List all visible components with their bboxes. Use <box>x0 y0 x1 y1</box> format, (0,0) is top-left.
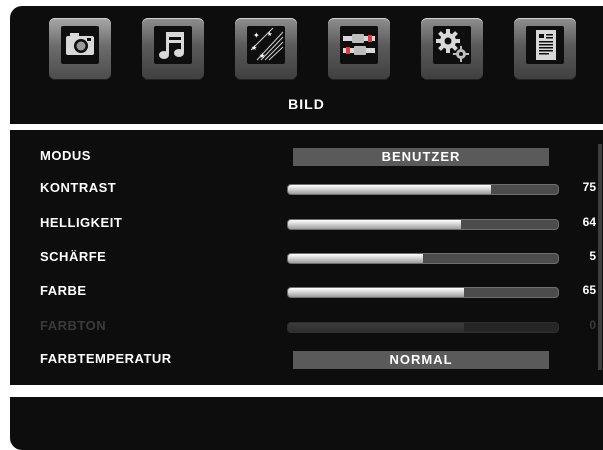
farbe-value: 65 <box>582 283 596 297</box>
setting-label: FARBTON <box>40 318 107 333</box>
farbe-slider[interactable] <box>287 287 559 298</box>
kontrast-slider[interactable] <box>287 184 559 195</box>
tab-sound[interactable] <box>142 18 204 80</box>
connector-cable-icon <box>343 34 375 55</box>
helligkeit-slider[interactable] <box>287 219 559 230</box>
kontrast-value: 75 <box>582 180 596 194</box>
setting-schaerfe[interactable]: SCHÄRFE 5 <box>10 245 603 269</box>
setting-label: FARBE <box>40 283 87 298</box>
helligkeit-value: 64 <box>582 215 596 229</box>
farbtemperatur-value[interactable]: NORMAL <box>293 351 549 369</box>
menu-title: BILD <box>288 96 325 112</box>
setting-farbtemperatur[interactable]: FARBTEMPERATUR NORMAL <box>10 347 603 371</box>
gear-icon <box>436 29 469 62</box>
setting-label: HELLIGKEIT <box>40 215 123 230</box>
setting-label: SCHÄRFE <box>40 249 107 264</box>
setting-helligkeit[interactable]: HELLIGKEIT 64 <box>10 211 603 235</box>
tab-source[interactable] <box>328 18 390 80</box>
tab-channel[interactable]: ✦ ★ ★ ★ <box>235 18 297 80</box>
settings-list: MODUS BENUTZER KONTRAST 75 HELLIGKEIT 64… <box>10 130 603 385</box>
setting-kontrast[interactable]: KONTRAST 75 <box>10 176 603 200</box>
setting-farbe[interactable]: FARBE 65 <box>10 279 603 303</box>
setting-modus[interactable]: MODUS BENUTZER <box>10 144 603 168</box>
svg-text:★: ★ <box>259 52 265 60</box>
setting-label: MODUS <box>40 148 91 163</box>
schaerfe-value: 5 <box>589 249 596 263</box>
schaerfe-slider[interactable] <box>287 253 559 264</box>
document-icon <box>536 30 556 60</box>
setting-label: KONTRAST <box>40 180 117 195</box>
modus-value[interactable]: BENUTZER <box>293 148 549 166</box>
channel-stars-icon: ✦ ★ ★ ★ <box>250 27 284 61</box>
setting-label: FARBTEMPERATUR <box>40 351 172 366</box>
svg-text:★: ★ <box>267 31 272 38</box>
farbton-slider <box>287 322 559 333</box>
svg-text:★: ★ <box>251 44 257 52</box>
tab-setup[interactable] <box>421 18 483 80</box>
setting-farbton: FARBTON 0 <box>10 314 603 338</box>
farbton-value: 0 <box>589 318 596 332</box>
svg-text:✦: ✦ <box>253 31 260 40</box>
menu-tab-bar: ✦ ★ ★ ★ BILD <box>10 6 603 124</box>
help-bar <box>10 397 603 450</box>
music-note-icon <box>159 32 184 59</box>
camera-icon <box>66 33 94 55</box>
scrollbar[interactable] <box>598 144 602 370</box>
tab-info[interactable] <box>514 18 576 80</box>
tab-picture[interactable] <box>49 18 111 80</box>
